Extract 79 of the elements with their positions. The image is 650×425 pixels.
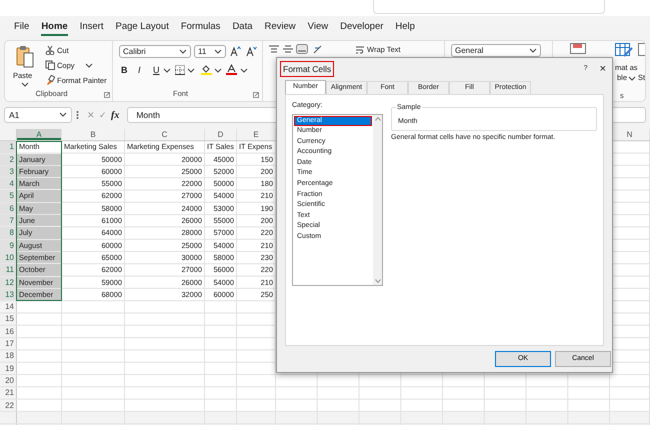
chevron-icon (59, 112, 67, 118)
ribbon-tab[interactable]: View (308, 20, 328, 36)
ribbon-tab[interactable]: Formulas (180, 20, 220, 36)
row-header[interactable]: 10 (0, 252, 16, 264)
row-header[interactable]: 21 (0, 387, 16, 399)
row-header[interactable]: 2 (0, 154, 16, 165)
column-header[interactable]: B (62, 129, 124, 140)
increase-font-size-icon[interactable] (230, 46, 241, 57)
conditional-formatting-icon[interactable] (570, 43, 586, 54)
chevron-icon[interactable] (85, 63, 93, 69)
align-top-icon[interactable] (269, 45, 279, 53)
chevron-icon[interactable] (21, 82, 29, 88)
ribbon-tab[interactable]: Review (264, 20, 296, 36)
ribbon-tab[interactable]: File (14, 20, 30, 36)
row-header[interactable]: 6 (0, 202, 16, 214)
name-box[interactable]: A1 (4, 107, 72, 123)
borders-icon[interactable] (175, 65, 185, 75)
ribbon-tab[interactable]: Data (232, 20, 253, 36)
ribbon-tab[interactable]: Insert (80, 20, 104, 36)
row-header[interactable]: 17 (0, 338, 16, 350)
chevron-icon (529, 48, 537, 54)
bold-button[interactable]: B (121, 66, 128, 75)
ribbon-tab[interactable]: Home (41, 20, 68, 36)
column-header[interactable]: N (610, 129, 649, 140)
row-header[interactable]: 18 (0, 350, 16, 362)
row-header[interactable]: 12 (0, 276, 16, 288)
ribbon-tab[interactable]: Page Layout (115, 20, 169, 36)
copy-icon[interactable] (45, 60, 55, 70)
font-color-icon[interactable] (226, 64, 237, 75)
ribbon-tab[interactable]: Help (395, 20, 415, 36)
column-header[interactable]: C (125, 129, 204, 140)
row-header[interactable]: 14 (0, 301, 16, 312)
paste-icon[interactable] (15, 45, 35, 69)
row-header[interactable]: 13 (0, 288, 16, 300)
close-button[interactable]: × (600, 60, 606, 78)
chevron-icon[interactable] (628, 76, 636, 82)
chevron-icon[interactable] (240, 68, 248, 74)
column-header[interactable]: D (205, 129, 236, 140)
italic-button[interactable]: I (138, 66, 141, 75)
row-header[interactable]: 15 (0, 313, 16, 325)
font-name-dropdown[interactable]: Calibri (119, 45, 191, 58)
align-middle-icon[interactable] (283, 45, 293, 53)
row-header[interactable]: 3 (0, 166, 16, 178)
row-header[interactable]: 7 (0, 215, 16, 226)
row-header[interactable]: 4 (0, 178, 16, 190)
fill-color-icon[interactable] (201, 64, 212, 75)
paintbrush-icon[interactable] (45, 75, 55, 85)
chevron-icon (179, 48, 187, 54)
launcher-icon[interactable] (104, 92, 110, 98)
insert-function-button[interactable]: fx (111, 108, 120, 122)
decrease-font-size-icon[interactable] (246, 46, 257, 57)
ribbon-tab[interactable]: Developer (340, 20, 384, 36)
launcher-icon[interactable] (253, 92, 259, 98)
dialog-title: Format Cells (280, 60, 334, 78)
format-as-table-icon[interactable] (615, 43, 633, 57)
cut-icon[interactable] (45, 45, 55, 55)
chevron-icon[interactable] (163, 68, 171, 74)
chevron-icon (214, 48, 222, 54)
wrap-text-icon[interactable] (355, 45, 365, 54)
column-header[interactable]: A (17, 129, 61, 140)
row-header[interactable]: 20 (0, 374, 16, 386)
underline-button[interactable]: U (153, 66, 160, 75)
more-options-icon[interactable] (76, 110, 79, 120)
row-header[interactable]: 8 (0, 227, 16, 239)
row-header[interactable]: 1 (0, 141, 16, 153)
chevron-icon[interactable] (187, 68, 195, 74)
row-header[interactable]: 19 (0, 362, 16, 374)
align-bottom-icon[interactable] (296, 44, 308, 54)
cell-styles-icon[interactable] (638, 43, 645, 57)
column-header[interactable]: E (237, 129, 275, 140)
number-format-dropdown[interactable]: General (451, 44, 541, 57)
row-header[interactable]: 22 (0, 400, 16, 411)
orientation-icon[interactable] (313, 45, 323, 54)
font-size-dropdown[interactable]: 11 (194, 45, 226, 58)
row-header[interactable]: 11 (0, 264, 16, 276)
row-header[interactable]: 9 (0, 240, 16, 251)
row-header[interactable]: 16 (0, 326, 16, 338)
row-header[interactable]: 5 (0, 190, 16, 202)
chevron-icon[interactable] (214, 68, 222, 74)
